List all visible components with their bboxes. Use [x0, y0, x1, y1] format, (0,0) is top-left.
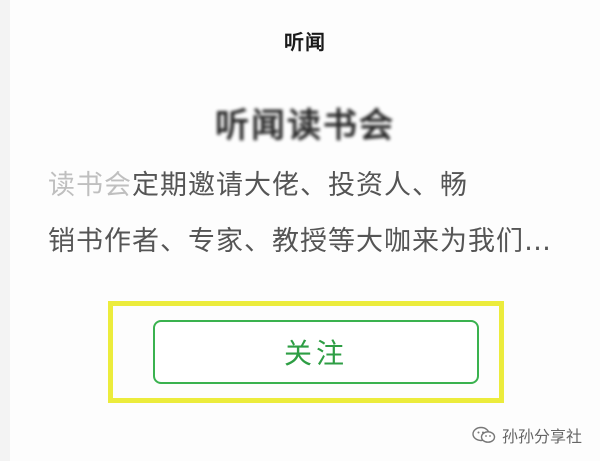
description-line-2: 销书作者、专家、教授等大咖来为我们…: [48, 226, 552, 257]
account-description: 读书会定期邀请大佬、投资人、畅 销书作者、专家、教授等大咖来为我们…: [48, 158, 582, 270]
account-name: 听闻读书会: [215, 106, 395, 146]
wechat-icon: [472, 426, 496, 444]
description-line-1: 定期邀请大佬、投资人、畅: [132, 170, 468, 201]
app-screen: 听闻 听闻读书会 读书会定期邀请大佬、投资人、畅 销书作者、专家、教授等大咖来为…: [0, 0, 600, 461]
follow-button[interactable]: 关注: [153, 320, 479, 384]
watermark: 孙孙分享社: [472, 423, 582, 447]
page-title: 听闻: [284, 30, 326, 54]
description-faded-text: 读书会: [48, 170, 132, 201]
watermark-text: 孙孙分享社: [501, 427, 582, 446]
